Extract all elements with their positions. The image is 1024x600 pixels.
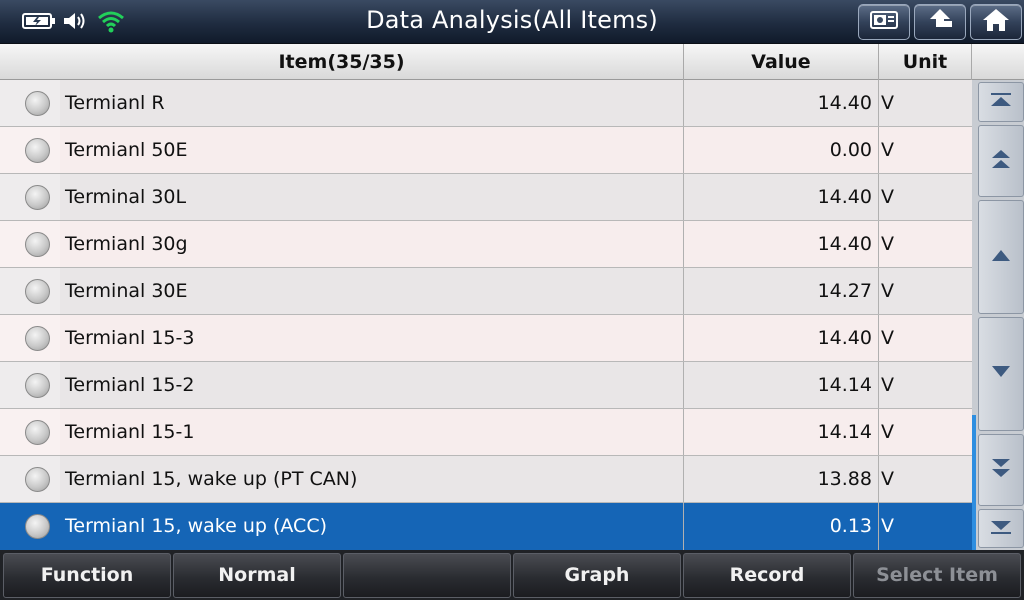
graph-button[interactable]: Graph (513, 553, 681, 598)
value-cell: 13.88 (684, 456, 879, 502)
value-cell: 14.14 (684, 362, 879, 408)
scroll-bottom-button[interactable] (978, 509, 1024, 548)
scroll-bottom-icon (989, 519, 1013, 539)
item-label: Terminal 30L (65, 186, 187, 208)
item-cell: Termianl 15, wake up (ACC) (0, 503, 684, 550)
item-cell: Termianl 15-2 (0, 362, 684, 408)
radio-button[interactable] (25, 420, 50, 445)
bottom-toolbar: Function Normal Graph Record Select Item (0, 550, 1024, 600)
table-header: Item(35/35) Value Unit (0, 44, 1024, 80)
line-up-icon (989, 247, 1013, 267)
radio-button[interactable] (25, 279, 50, 304)
unit-cell: V (881, 327, 894, 349)
unit-cell: V (881, 186, 894, 208)
line-down-button[interactable] (978, 317, 1024, 431)
screenshot-button[interactable] (858, 4, 910, 40)
column-header-spacer (972, 44, 1024, 80)
select-item-button[interactable]: Select Item (853, 553, 1021, 598)
normal-button[interactable]: Normal (173, 553, 341, 598)
item-cell: Terminal 30E (0, 268, 684, 314)
unit-cell: V (881, 280, 894, 302)
unit-cell: V (881, 139, 894, 161)
column-header-item: Item(35/35) (0, 44, 684, 80)
item-label: Termianl 15, wake up (PT CAN) (65, 468, 358, 490)
value-cell: 0.00 (684, 127, 879, 173)
function-button[interactable]: Function (3, 553, 171, 598)
record-button[interactable]: Record (683, 553, 851, 598)
table-row[interactable]: Termianl 30g 14.40 V (0, 221, 972, 268)
home-icon (981, 7, 1011, 37)
table-row[interactable]: Terminal 30E 14.27 V (0, 268, 972, 315)
title-bar: Data Analysis(All Items) (0, 0, 1024, 44)
item-label: Termianl 15-1 (65, 421, 195, 443)
table-row-selected[interactable]: Termianl 15, wake up (ACC) 0.13 V (0, 503, 972, 550)
item-label: Termianl 50E (65, 139, 188, 161)
table-row[interactable]: Termianl 15, wake up (PT CAN) 13.88 V (0, 456, 972, 503)
scroll-top-icon (989, 92, 1013, 112)
scroll-panel (972, 80, 1024, 550)
table-row[interactable]: Termianl 15-1 14.14 V (0, 409, 972, 456)
value-cell: 14.40 (684, 174, 879, 220)
item-label: Termianl 30g (65, 233, 188, 255)
value-cell: 14.14 (684, 409, 879, 455)
item-cell: Termianl 15, wake up (PT CAN) (0, 456, 684, 502)
data-list: Termianl R 14.40 V Termianl 50E 0.00 V T… (0, 80, 972, 550)
radio-button[interactable] (25, 373, 50, 398)
page-down-button[interactable] (978, 434, 1024, 506)
item-cell: Termianl 15-1 (0, 409, 684, 455)
radio-button[interactable] (25, 232, 50, 257)
home-button[interactable] (970, 4, 1022, 40)
column-header-unit: Unit (879, 44, 972, 80)
page-up-button[interactable] (978, 125, 1024, 197)
unit-cell: V (881, 92, 894, 114)
item-cell: Terminal 30L (0, 174, 684, 220)
scrollbar-thumb[interactable] (972, 415, 976, 550)
scroll-top-button[interactable] (978, 82, 1024, 122)
line-up-button[interactable] (978, 200, 1024, 314)
unit-cell: V (881, 374, 894, 396)
unit-cell: V (881, 233, 894, 255)
item-label: Terminal 30E (65, 280, 188, 302)
column-header-value: Value (684, 44, 879, 80)
radio-button[interactable] (25, 467, 50, 492)
item-label: Termianl 15-2 (65, 374, 195, 396)
page-up-icon (989, 147, 1013, 175)
unit-cell: V (881, 468, 894, 490)
table-row[interactable]: Termianl 50E 0.00 V (0, 127, 972, 174)
radio-button[interactable] (25, 185, 50, 210)
back-button[interactable] (914, 4, 966, 40)
line-down-icon (989, 364, 1013, 384)
radio-button[interactable] (25, 514, 50, 539)
value-cell: 0.13 (684, 503, 879, 550)
table-row[interactable]: Terminal 30L 14.40 V (0, 174, 972, 221)
screenshot-icon (869, 9, 899, 35)
item-label: Termianl R (65, 92, 165, 114)
unit-cell: V (881, 421, 894, 443)
value-cell: 14.40 (684, 315, 879, 361)
table-row[interactable]: Termianl 15-3 14.40 V (0, 315, 972, 362)
empty-button[interactable] (343, 553, 511, 598)
item-label: Termianl 15-3 (65, 327, 195, 349)
item-cell: Termianl 50E (0, 127, 684, 173)
page-down-icon (989, 456, 1013, 484)
radio-button[interactable] (25, 138, 50, 163)
table-row[interactable]: Termianl 15-2 14.14 V (0, 362, 972, 409)
item-cell: Termianl 15-3 (0, 315, 684, 361)
item-cell: Termianl R (0, 80, 684, 126)
back-icon (925, 7, 955, 37)
radio-button[interactable] (25, 326, 50, 351)
value-cell: 14.40 (684, 221, 879, 267)
item-cell: Termianl 30g (0, 221, 684, 267)
value-cell: 14.27 (684, 268, 879, 314)
value-cell: 14.40 (684, 80, 879, 126)
table-row[interactable]: Termianl R 14.40 V (0, 80, 972, 127)
radio-button[interactable] (25, 91, 50, 116)
item-label: Termianl 15, wake up (ACC) (65, 515, 327, 537)
unit-cell: V (881, 515, 894, 537)
